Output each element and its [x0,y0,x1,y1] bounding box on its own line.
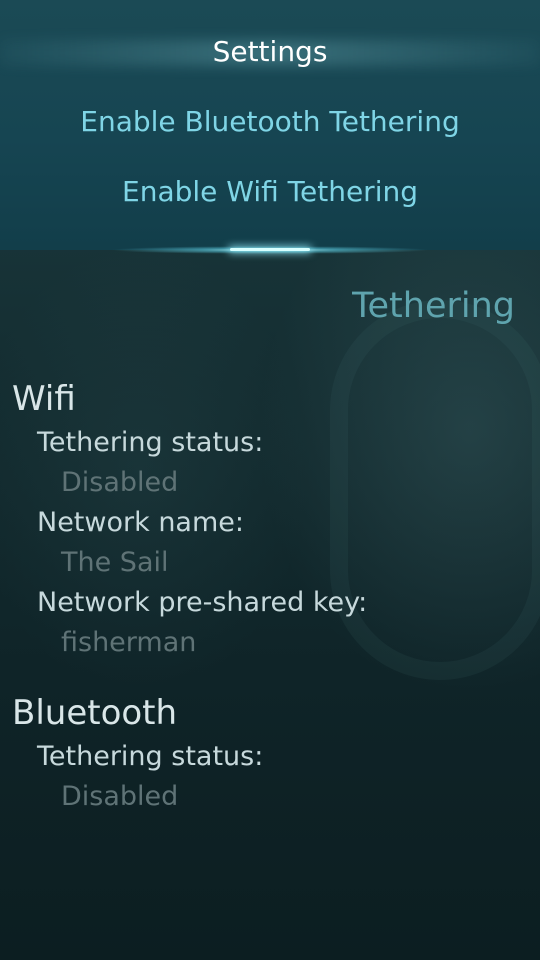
bluetooth-section-title: Bluetooth [12,693,178,733]
pulley-menu: Settings Enable Bluetooth Tethering Enab… [0,0,540,250]
wifi-tethering-status-label: Tethering status: [37,427,264,458]
menu-item-enable-wifi-tethering[interactable]: Enable Wifi Tethering [0,174,540,210]
wifi-psk-value: fisherman [61,627,197,658]
wifi-tethering-status-value: Disabled [61,467,179,498]
pulley-menu-indicator-glow [230,248,310,251]
wifi-network-name-value: The Sail [61,547,169,578]
bluetooth-tethering-status-label: Tethering status: [37,741,264,772]
menu-item-enable-bluetooth-tethering[interactable]: Enable Bluetooth Tethering [0,104,540,140]
page-title: Tethering [352,286,515,326]
wifi-section-title: Wifi [12,379,76,419]
bluetooth-tethering-status-value: Disabled [61,781,179,812]
menu-item-settings[interactable]: Settings [0,34,540,70]
wifi-psk-label: Network pre-shared key: [37,587,368,618]
wifi-network-name-label: Network name: [37,507,244,538]
